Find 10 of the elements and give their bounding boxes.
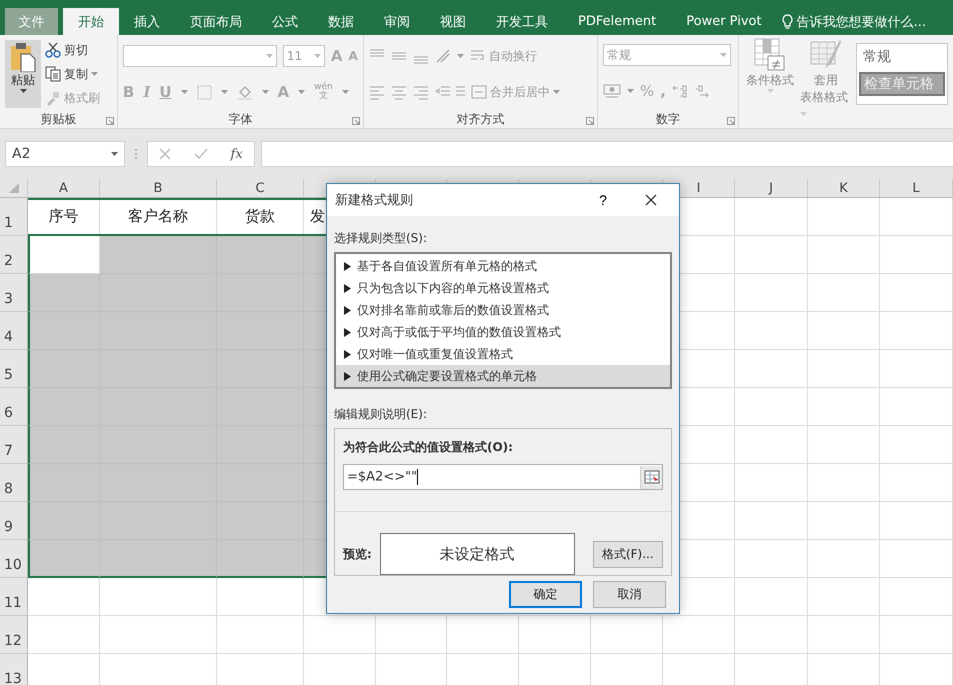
group-label: 字体 — [228, 110, 252, 128]
group-label: 数字 — [656, 110, 680, 128]
preview-box: 未设定格式 — [380, 533, 575, 575]
section-label: 选择规则类型(S): — [334, 230, 428, 247]
preview-label: 预览: — [343, 546, 372, 562]
section-label: 编辑规则说明(E): — [334, 406, 428, 423]
group-label: 对齐方式 — [456, 110, 504, 128]
group-label: 剪贴板 — [40, 110, 76, 128]
formula-label: 为符合此公式的值设置格式(O): — [343, 439, 514, 456]
dialog-title: 新建格式规则 — [335, 192, 414, 209]
